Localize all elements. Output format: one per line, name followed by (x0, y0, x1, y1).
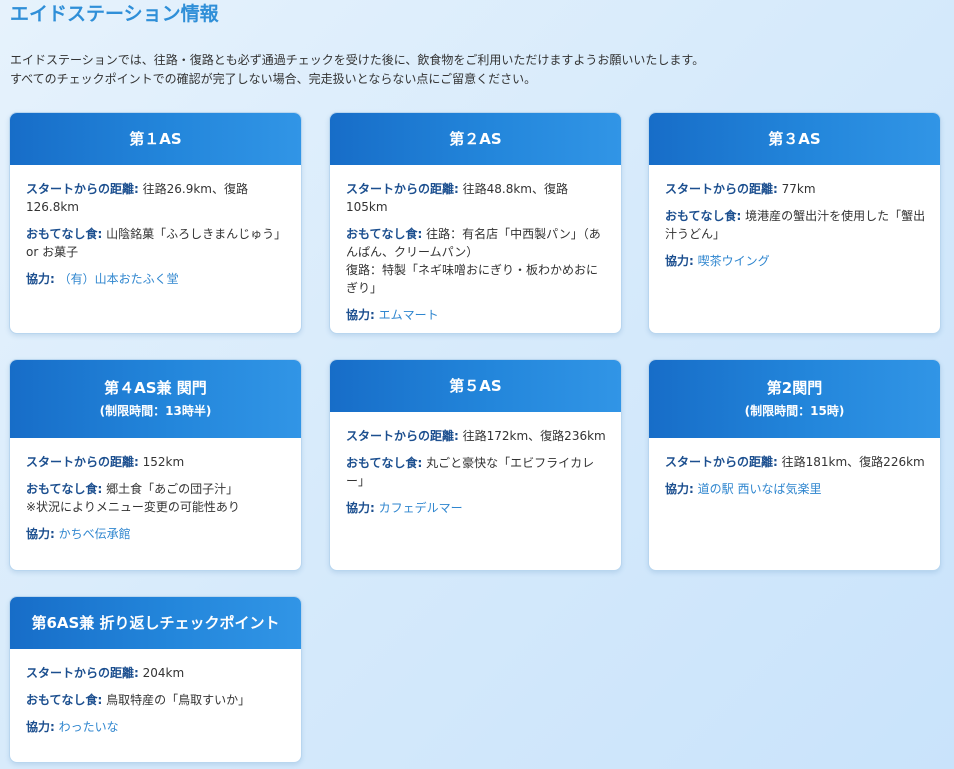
card-header: 第１AS (10, 113, 301, 165)
partner-row: 協力: （有）山本おたふく堂 (26, 270, 287, 288)
aid-station-card-3: 第３AS スタートからの距離: 77km おもてなし食: 境港産の蟹出汁を使用し… (648, 112, 941, 334)
partner-row: 協力: かちべ伝承館 (26, 525, 287, 543)
aid-station-card-5: 第５AS スタートからの距離: 往路172km、復路236km おもてなし食: … (329, 359, 622, 571)
distance-row: スタートからの距離: 往路26.9km、復路126.8km (26, 180, 287, 216)
card-subtitle: (制限時間：13時半) (99, 404, 212, 418)
partner-link[interactable]: （有）山本おたふく堂 (59, 272, 179, 286)
distance-label: スタートからの距離: (26, 666, 139, 680)
aid-station-card-6: 第6AS兼 折り返しチェックポイント スタートからの距離: 204km おもてな… (9, 596, 302, 763)
partner-link[interactable]: エムマート (379, 308, 439, 322)
food-row: おもてなし食: 丸ごと豪快な「エビフライカレー」 (346, 454, 607, 490)
partner-row: 協力: わったいな (26, 718, 287, 736)
card-body: スタートからの距離: 往路181km、復路226km 協力: 道の駅 西いなば気… (649, 438, 940, 508)
partner-row: 協力: エムマート (346, 306, 607, 324)
food-label: おもてなし食: (26, 693, 103, 707)
distance-label: スタートからの距離: (26, 455, 139, 469)
partner-label: 協力: (665, 482, 694, 496)
card-title: 第１AS (129, 130, 182, 148)
food-value: 郷土食「あごの団子汁」 (106, 482, 239, 496)
card-body: スタートからの距離: 77km おもてなし食: 境港産の蟹出汁を使用した「蟹出汁… (649, 165, 940, 280)
card-title: 第５AS (449, 377, 502, 395)
card-body: スタートからの距離: 往路48.8km、復路105km おもてなし食: 往路：有… (330, 165, 621, 333)
partner-label: 協力: (26, 527, 55, 541)
page-title: エイドステーション情報 (10, 3, 219, 25)
food-label: おもてなし食: (346, 227, 423, 241)
partner-label: 協力: (665, 254, 694, 268)
distance-row: スタートからの距離: 204km (26, 664, 287, 682)
distance-value: 往路181km、復路226km (781, 455, 925, 469)
food-label: おもてなし食: (26, 227, 103, 241)
food-note: ※状況によりメニュー変更の可能性あり (26, 500, 240, 514)
distance-label: スタートからの距離: (26, 182, 139, 196)
aid-station-card-1: 第１AS スタートからの距離: 往路26.9km、復路126.8km おもてなし… (9, 112, 302, 334)
card-header: 第３AS (649, 113, 940, 165)
card-title: 第３AS (768, 130, 821, 148)
food-row: おもてなし食: 山陰銘菓「ふろしきまんじゅう」or お菓子 (26, 225, 287, 261)
distance-value: 204km (142, 666, 185, 680)
card-header: 第４AS兼 関門 (制限時間：13時半) (10, 360, 301, 438)
food-value: 鳥取特産の「鳥取すいか」 (106, 693, 251, 707)
card-header: 第2関門 (制限時間：15時) (649, 360, 940, 438)
partner-row: 協力: 喫茶ウイング (665, 252, 926, 270)
card-header: 第５AS (330, 360, 621, 412)
distance-value: 152km (142, 455, 185, 469)
food-label: おもてなし食: (665, 209, 742, 223)
partner-label: 協力: (346, 308, 375, 322)
partner-link[interactable]: 道の駅 西いなば気楽里 (698, 482, 822, 496)
card-header: 第２AS (330, 113, 621, 165)
aid-station-card-2: 第２AS スタートからの距離: 往路48.8km、復路105km おもてなし食:… (329, 112, 622, 334)
distance-row: スタートからの距離: 往路48.8km、復路105km (346, 180, 607, 216)
distance-label: スタートからの距離: (346, 182, 459, 196)
food-row: おもてなし食: 郷土食「あごの団子汁」 ※状況によりメニュー変更の可能性あり (26, 480, 287, 516)
partner-label: 協力: (26, 720, 55, 734)
distance-label: スタートからの距離: (346, 429, 459, 443)
card-body: スタートからの距離: 204km おもてなし食: 鳥取特産の「鳥取すいか」 協力… (10, 649, 301, 746)
intro-line: すべてのチェックポイントでの確認が完了しない場合、完走扱いとならない点にご留意く… (10, 72, 537, 86)
card-subtitle: (制限時間：15時) (744, 404, 845, 418)
food-label: おもてなし食: (346, 456, 423, 470)
aid-station-card-4: 第４AS兼 関門 (制限時間：13時半) スタートからの距離: 152km おも… (9, 359, 302, 571)
food-label: おもてなし食: (26, 482, 103, 496)
partner-row: 協力: 道の駅 西いなば気楽里 (665, 480, 926, 498)
partner-label: 協力: (346, 501, 375, 515)
card-title: 第2関門 (766, 379, 823, 397)
distance-value: 77km (781, 182, 816, 196)
distance-label: スタートからの距離: (665, 182, 778, 196)
card-header: 第6AS兼 折り返しチェックポイント (10, 597, 301, 649)
distance-row: スタートからの距離: 152km (26, 453, 287, 471)
partner-link[interactable]: わったいな (59, 720, 119, 734)
card-body: スタートからの距離: 往路172km、復路236km おもてなし食: 丸ごと豪快… (330, 412, 621, 527)
card-body: スタートからの距離: 152km おもてなし食: 郷土食「あごの団子汁」 ※状況に… (10, 438, 301, 553)
partner-link[interactable]: 喫茶ウイング (698, 254, 770, 268)
card-title: 第6AS兼 折り返しチェックポイント (31, 614, 280, 632)
food-row: おもてなし食: 往路：有名店「中西製パン」（あんぱん、クリームパン） 復路：特製「… (346, 225, 607, 297)
food-row: おもてなし食: 鳥取特産の「鳥取すいか」 (26, 691, 287, 709)
partner-row: 協力: カフェデルマー (346, 499, 607, 517)
food-row: おもてなし食: 境港産の蟹出汁を使用した「蟹出汁うどん」 (665, 207, 926, 243)
distance-row: スタートからの距離: 往路181km、復路226km (665, 453, 926, 471)
card-title: 第４AS兼 関門 (104, 379, 207, 397)
card-body: スタートからの距離: 往路26.9km、復路126.8km おもてなし食: 山陰… (10, 165, 301, 298)
distance-row: スタートからの距離: 往路172km、復路236km (346, 427, 607, 445)
checkpoint-card-2: 第2関門 (制限時間：15時) スタートからの距離: 往路181km、復路226… (648, 359, 941, 571)
intro-line: エイドステーションでは、往路・復路とも必ず通過チェックを受けた後に、飲食物をご利… (10, 53, 705, 67)
partner-link[interactable]: カフェデルマー (379, 501, 463, 515)
distance-label: スタートからの距離: (665, 455, 778, 469)
intro-text: エイドステーションでは、往路・復路とも必ず通過チェックを受けた後に、飲食物をご利… (10, 51, 940, 89)
distance-row: スタートからの距離: 77km (665, 180, 926, 198)
distance-value: 往路172km、復路236km (462, 429, 606, 443)
food-value: 復路：特製「ネギ味噌おにぎり・板わかめおにぎり」 (346, 263, 599, 295)
partner-link[interactable]: かちべ伝承館 (59, 527, 131, 541)
card-title: 第２AS (449, 130, 502, 148)
partner-label: 協力: (26, 272, 55, 286)
